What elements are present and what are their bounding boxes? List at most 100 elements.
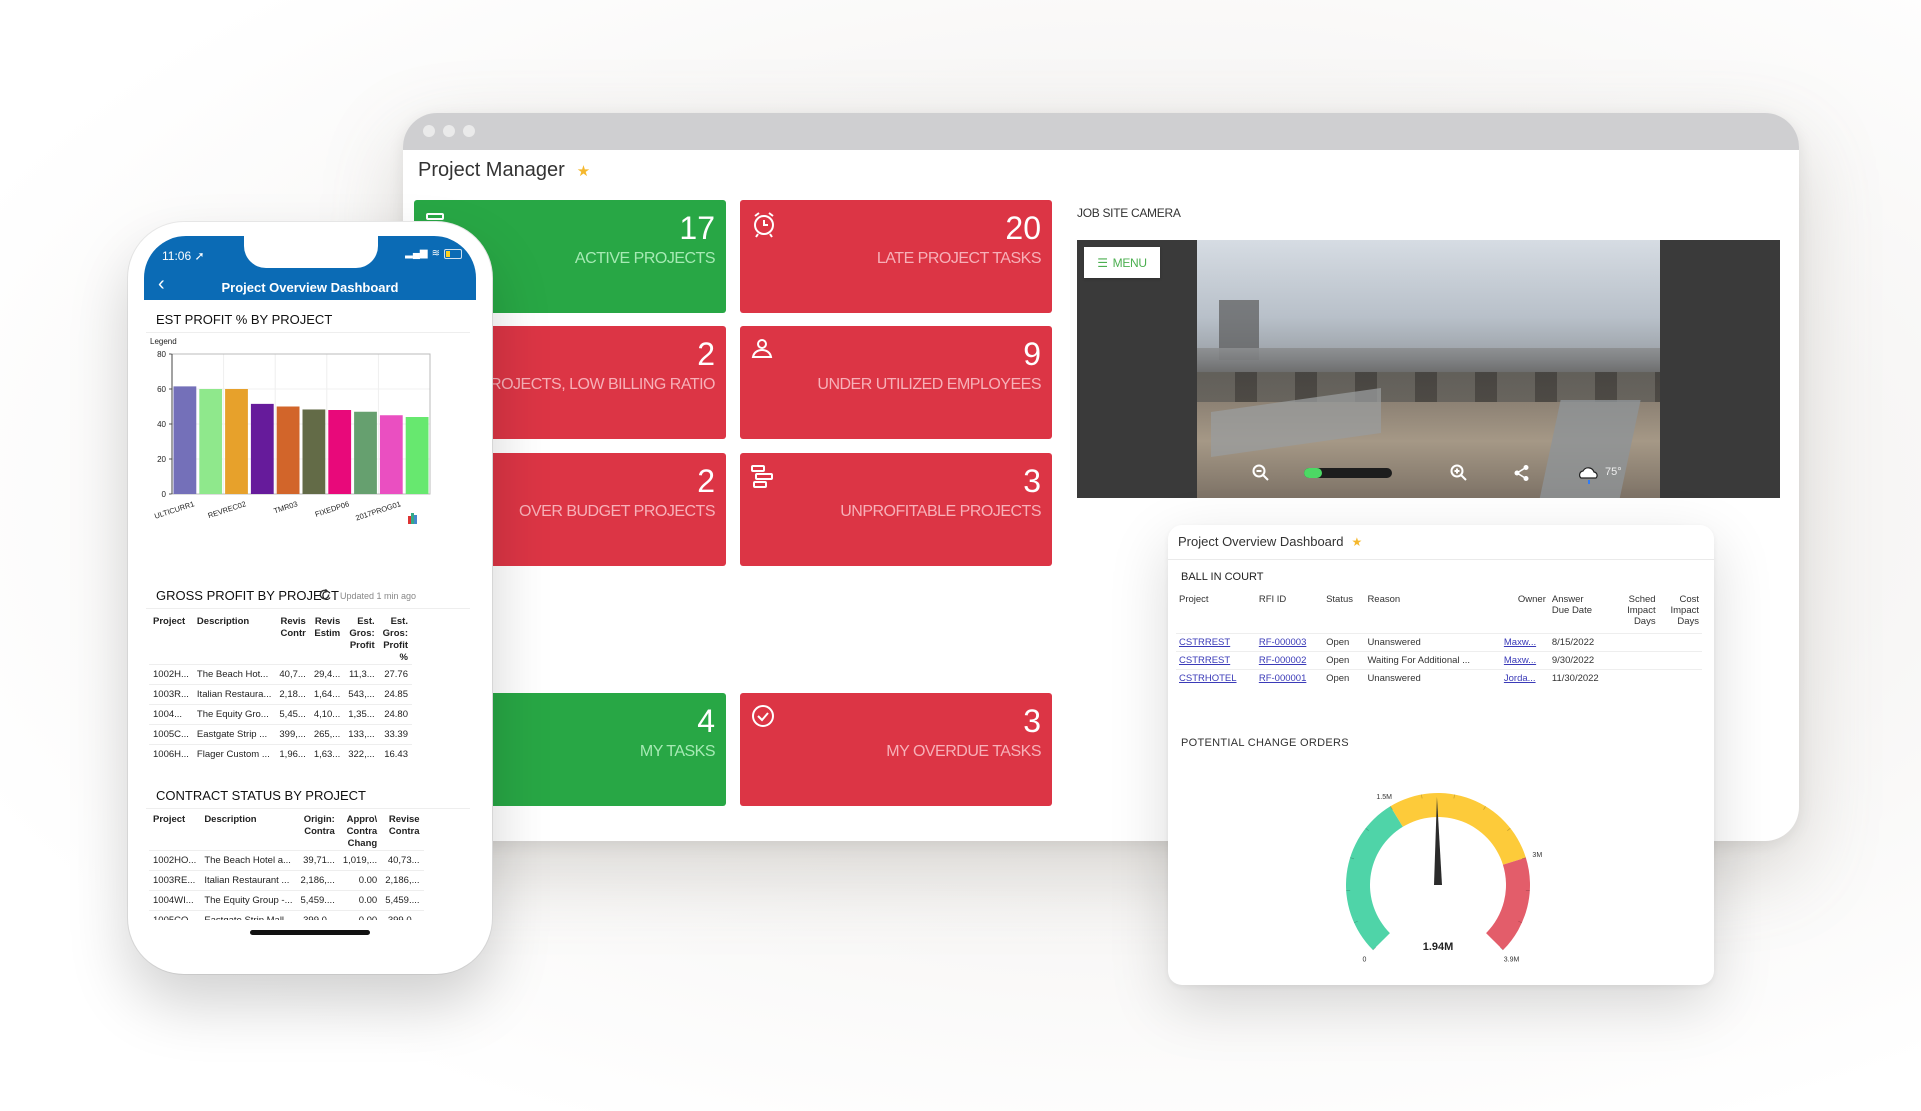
camera-menu-button[interactable]: ☰ MENU bbox=[1084, 247, 1160, 278]
column-header[interactable]: Project bbox=[1176, 594, 1256, 634]
table-cell: 1,96... bbox=[275, 744, 310, 764]
zoom-slider-fill bbox=[1304, 468, 1322, 478]
bar[interactable] bbox=[379, 415, 403, 494]
zoom-in-icon[interactable] bbox=[1450, 464, 1468, 482]
column-header[interactable]: Est. Gros: Profit% bbox=[379, 616, 412, 665]
bar[interactable] bbox=[328, 410, 352, 494]
legend-label[interactable]: Legend bbox=[150, 337, 177, 346]
table-cell bbox=[1615, 669, 1659, 687]
column-header[interactable]: Est. Gros: Profit bbox=[344, 616, 378, 665]
table-row[interactable]: 1006H... Flager Custom ... 1,96... 1,63... 3… bbox=[149, 744, 412, 764]
table-row[interactable]: 1002HO... The Beach Hotel a... 39,71... 1,0… bbox=[149, 850, 424, 871]
table-row[interactable]: 1003RE... Italian Restaurant ... 2,186,...… bbox=[149, 870, 424, 891]
table-link[interactable]: Maxw... bbox=[1504, 655, 1536, 666]
zoom-slider[interactable] bbox=[1304, 468, 1392, 478]
table-cell: 27.76 bbox=[378, 664, 412, 685]
gauge-tick-label: 3.9M bbox=[1504, 957, 1520, 964]
gantt-icon bbox=[751, 465, 773, 488]
bar[interactable] bbox=[225, 389, 248, 494]
table-row[interactable]: 1005C... Eastgate Strip ... 399,... 265,...… bbox=[149, 724, 412, 745]
table-link[interactable]: RF-000002 bbox=[1259, 655, 1307, 666]
close-window-button[interactable] bbox=[423, 125, 435, 137]
column-header[interactable]: Answer Due Date bbox=[1549, 594, 1615, 634]
table-cell: 40,73... bbox=[381, 850, 424, 871]
share-icon[interactable] bbox=[1513, 464, 1531, 482]
column-header[interactable]: Description bbox=[200, 814, 296, 851]
column-header[interactable]: Appro\ Contra Chang bbox=[339, 814, 381, 851]
table-row[interactable]: 1002H... The Beach Hot... 40,7... 29,4... 11… bbox=[149, 664, 412, 685]
column-header[interactable]: Cost Impact Days bbox=[1659, 594, 1702, 634]
table-row[interactable]: 1004... The Equity Gro... 5,45... 4,10... 1,… bbox=[149, 704, 412, 725]
table-row[interactable]: CSTRREST RF-000003 Open Unanswered Maxw... 8/… bbox=[1176, 633, 1702, 652]
star-icon[interactable]: ★ bbox=[577, 162, 590, 180]
star-icon[interactable]: ★ bbox=[1351, 535, 1362, 549]
contract-table-viewport[interactable]: Project Description Origin: Contra Appro\ Con… bbox=[144, 814, 476, 920]
table-cell: The Equity Group -... bbox=[200, 890, 297, 911]
table-cell: 0.00 bbox=[338, 890, 382, 911]
bar[interactable] bbox=[173, 386, 197, 494]
column-header[interactable]: Status bbox=[1323, 594, 1364, 634]
column-header[interactable]: Revise Contra bbox=[381, 814, 423, 851]
tile-value: 3 bbox=[1023, 703, 1041, 739]
tile-my-overdue-tasks[interactable]: 3 MY OVERDUE TASKS bbox=[740, 693, 1052, 806]
column-header[interactable]: Project bbox=[149, 814, 200, 851]
x-tick-label: TMR03 bbox=[273, 499, 299, 515]
tile-under-utilized-employees[interactable]: 9 UNDER UTILIZED EMPLOYEES bbox=[740, 326, 1052, 439]
tile-late-project-tasks[interactable]: 20 LATE PROJECT TASKS bbox=[740, 200, 1052, 313]
tile-unprofitable-projects[interactable]: 3 UNPROFITABLE PROJECTS bbox=[740, 453, 1052, 566]
column-header[interactable]: Reason bbox=[1364, 594, 1500, 634]
bar[interactable] bbox=[354, 411, 377, 494]
bar[interactable] bbox=[276, 406, 300, 495]
refresh-icon[interactable] bbox=[318, 588, 331, 601]
column-header[interactable]: Owner bbox=[1501, 594, 1549, 634]
table-link[interactable]: CSTRHOTEL bbox=[1179, 673, 1237, 684]
person-icon bbox=[751, 339, 773, 358]
column-header[interactable]: Origin: Contra bbox=[297, 814, 339, 851]
bar[interactable] bbox=[199, 389, 223, 494]
column-header[interactable]: RFI ID bbox=[1256, 594, 1323, 634]
table-header-row: Project Description Origin: Contra Appro\ Con… bbox=[149, 814, 424, 851]
gauge-tick-label: 3M bbox=[1532, 852, 1542, 859]
y-tick-label: 0 bbox=[162, 490, 167, 499]
chart-type-icon[interactable] bbox=[408, 513, 417, 524]
table-row[interactable]: 1003R... Italian Restaura... 2,18... 1,64..… bbox=[149, 684, 412, 705]
table-link[interactable]: RF-000003 bbox=[1259, 637, 1307, 648]
table-row[interactable]: CSTRHOTEL RF-000001 Open Unanswered Jorda...… bbox=[1176, 669, 1702, 687]
bar[interactable] bbox=[405, 417, 429, 494]
phone-notch bbox=[244, 236, 378, 268]
tile-label: ACTIVE PROJECTS bbox=[574, 250, 716, 267]
table-link[interactable]: CSTRREST bbox=[1179, 637, 1230, 648]
table-row[interactable]: 1005CO...Eastgate Strip Mall...399,0...0… bbox=[149, 910, 424, 920]
table-cell: Eastgate Strip Mall... bbox=[200, 910, 297, 920]
table-link[interactable]: Maxw... bbox=[1504, 637, 1536, 648]
column-header[interactable]: Revis Contr bbox=[275, 616, 309, 665]
maximize-window-button[interactable] bbox=[463, 125, 475, 137]
table-row[interactable]: CSTRREST RF-000002 Open Waiting For Additio… bbox=[1176, 651, 1702, 670]
table-cell: 1003R... bbox=[149, 684, 193, 705]
table-cell: 322,... bbox=[344, 744, 379, 764]
table-row[interactable]: 1004WI... The Equity Group -... 5,459.... 0… bbox=[149, 890, 424, 911]
y-tick-label: 60 bbox=[157, 385, 166, 394]
column-header[interactable]: Revis Estim bbox=[310, 616, 344, 665]
table-cell: Unanswered bbox=[1364, 669, 1501, 687]
zoom-out-icon[interactable] bbox=[1252, 464, 1270, 482]
table-link[interactable]: Jorda... bbox=[1504, 673, 1536, 684]
page-title: Project Manager ★ bbox=[418, 159, 590, 182]
table-cell: 399,... bbox=[275, 724, 310, 745]
table-cell: 29,4... bbox=[309, 664, 345, 685]
window-titlebar bbox=[403, 113, 1799, 150]
column-header[interactable]: Description bbox=[193, 616, 275, 665]
home-indicator[interactable] bbox=[250, 930, 370, 935]
bar[interactable] bbox=[250, 403, 274, 494]
est-profit-bar-chart: Legend 0 20 40 60 80 ULTICURR1 REVREC02 TMR03 FIX… bbox=[150, 337, 431, 524]
table-cell: 5,45... bbox=[275, 704, 310, 725]
column-header[interactable]: Project bbox=[149, 616, 193, 665]
column-header[interactable]: Sched Impact Days bbox=[1615, 594, 1658, 634]
tile-value: 2 bbox=[697, 463, 715, 499]
table-link[interactable]: CSTRREST bbox=[1179, 655, 1230, 666]
table-cell: Open bbox=[1323, 633, 1365, 652]
minimize-window-button[interactable] bbox=[443, 125, 455, 137]
bar[interactable] bbox=[302, 409, 326, 494]
table-link[interactable]: RF-000001 bbox=[1259, 673, 1307, 684]
table-cell: 1006H... bbox=[149, 744, 193, 764]
